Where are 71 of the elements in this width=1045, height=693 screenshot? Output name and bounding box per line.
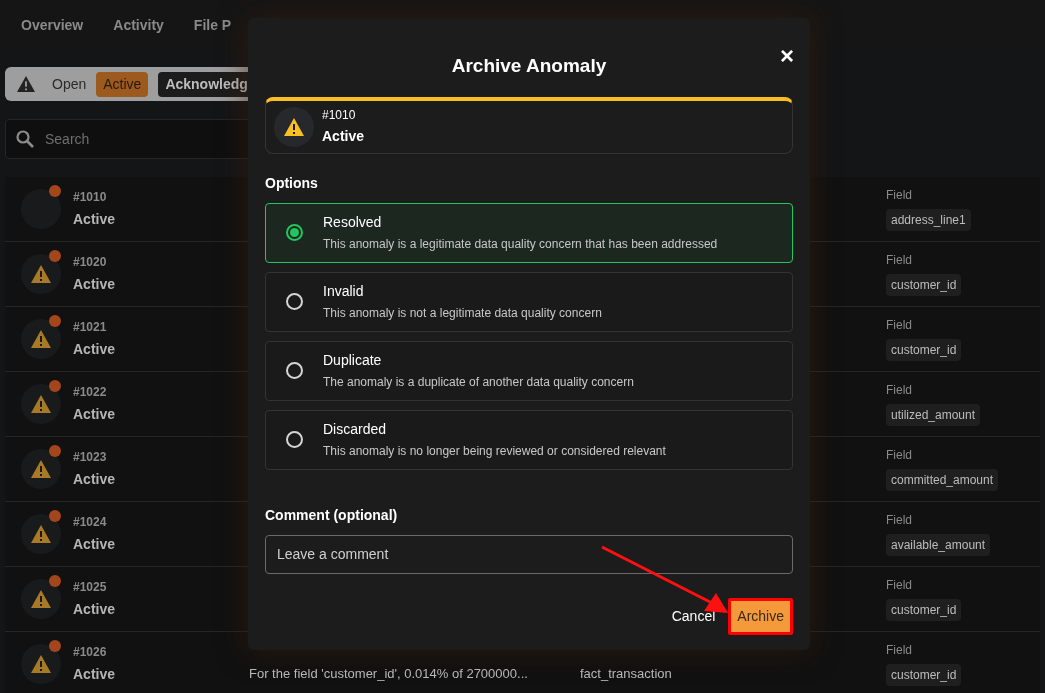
anomaly-status: Active — [322, 127, 365, 146]
field-label: Field — [886, 382, 912, 399]
filter-label: Open — [52, 74, 87, 94]
anomaly-status: Active — [73, 405, 116, 424]
anomaly-id: #1010 — [73, 189, 108, 206]
warning-icon — [30, 264, 52, 284]
field-tag: customer_id — [886, 599, 962, 621]
option-card[interactable]: Duplicate The anomaly is a duplicate of another data quality concern — [265, 340, 793, 401]
warning-icon — [30, 329, 52, 349]
warning-icon — [30, 394, 52, 414]
cancel-button[interactable]: Cancel — [671, 605, 716, 627]
option-title: Discarded — [323, 420, 388, 439]
warning-icon — [30, 524, 52, 544]
anomaly-id: #1022 — [73, 384, 108, 401]
field-label: Field — [886, 642, 912, 659]
anomaly-status: Active — [73, 600, 116, 619]
options-label: Options — [265, 173, 319, 193]
field-tag: available_amount — [886, 534, 991, 556]
anomaly-id: #1024 — [73, 514, 108, 531]
warning-icon — [30, 654, 52, 674]
option-title: Duplicate — [323, 351, 383, 370]
field-tag: address_line1 — [886, 209, 971, 231]
anomaly-status: Active — [73, 275, 116, 294]
anomaly-status: Active — [73, 340, 116, 359]
close-button[interactable]: × — [780, 44, 794, 68]
field-tag: customer_id — [886, 339, 962, 361]
comment-field[interactable]: Leave a comment — [265, 534, 793, 574]
anomaly-id: #1025 — [73, 579, 108, 596]
anomaly-status: Active — [73, 210, 116, 229]
option-title: Invalid — [323, 282, 365, 301]
warning-icon — [16, 75, 36, 93]
field-tag: customer_id — [886, 274, 962, 296]
option-description: This anomaly is not a legitimate data quality concern — [323, 305, 602, 322]
nav-tab[interactable]: Overview — [21, 14, 84, 36]
anomaly-id: #1020 — [73, 254, 108, 271]
anomaly-status: Active — [73, 535, 116, 554]
anomaly-status: Active — [73, 665, 116, 684]
field-label: Field — [886, 187, 912, 204]
option-description: This anomaly is a legitimate data quality concern that has been addressed — [323, 236, 718, 253]
option-card[interactable]: Discarded This anomaly is no longer being reviewed or considered relevant — [265, 409, 793, 470]
anomaly-id: #1023 — [73, 449, 108, 466]
radio-button[interactable] — [286, 431, 303, 448]
warning-icon — [30, 459, 52, 479]
field-tag: utilized_amount — [886, 404, 981, 426]
archive-button[interactable]: Archive — [728, 597, 793, 635]
field-tag: customer_id — [886, 664, 962, 686]
nav-tab[interactable]: File P — [193, 14, 232, 36]
option-description: The anomaly is a duplicate of another data quality concern — [323, 374, 634, 391]
warning-icon — [30, 589, 52, 609]
anomaly-description: For the field 'customer_id', 0.014% of 2700000... — [249, 665, 528, 683]
dialog-title: Archive Anomaly — [451, 54, 607, 78]
anomaly-id: #1021 — [73, 319, 108, 336]
field-label: Field — [886, 252, 912, 269]
radio-button[interactable] — [286, 293, 303, 310]
field-label: Field — [886, 577, 912, 594]
option-card[interactable]: Resolved This anomaly is a legitimate data quality concern that has been addressed — [265, 202, 793, 263]
field-label: Field — [886, 317, 912, 334]
option-card[interactable]: Invalid This anomaly is not a legitimate data quality concern — [265, 271, 793, 332]
option-description: This anomaly is no longer being reviewed or considered relevant — [323, 443, 666, 460]
radio-button[interactable] — [286, 362, 303, 379]
field-label: Field — [886, 512, 912, 529]
radio-button[interactable] — [286, 224, 303, 241]
warning-icon — [283, 116, 305, 137]
comment-label: Comment (optional) — [265, 505, 399, 525]
anomaly-id: #1026 — [73, 644, 108, 661]
option-title: Resolved — [323, 213, 383, 232]
field-tag: committed_amount — [886, 469, 999, 491]
anomaly-status: Active — [73, 470, 116, 489]
field-label: Field — [886, 447, 912, 464]
table-name: fact_transaction — [580, 665, 672, 683]
nav-tab[interactable]: Activity — [113, 14, 164, 36]
